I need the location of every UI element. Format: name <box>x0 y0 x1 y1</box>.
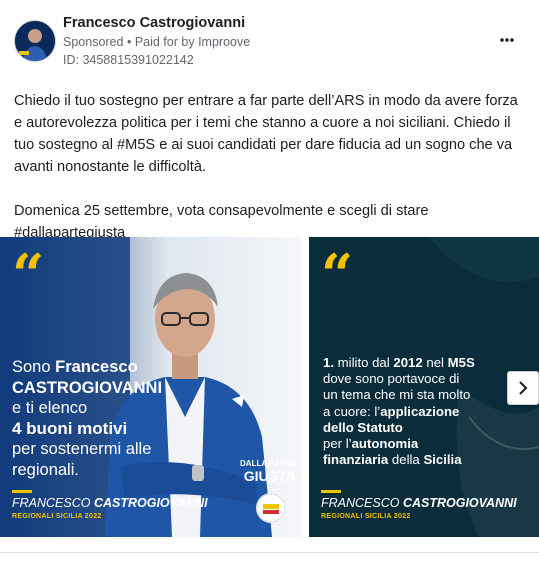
slide-1-text-bold: Francesco <box>55 358 138 376</box>
post-paragraph-2-text: Domenica 25 settembre, vota consapevolme… <box>14 203 429 241</box>
slide-2-number: 1. <box>323 355 334 370</box>
slide-1-text: regionali. <box>12 460 79 479</box>
signature-first: FRANCESCO <box>12 496 94 510</box>
carousel-slide-1[interactable]: “ Sono Francesco CASTROGIOVANNI e ti ele… <box>0 237 302 537</box>
slide-1-text: per sostenermi alle <box>12 440 152 458</box>
quote-mark: “ <box>12 242 45 308</box>
signature: FRANCESCO CASTROGIOVANNI <box>12 496 208 510</box>
sponsored-line: Sponsored • Paid for by Improove <box>63 35 250 49</box>
sponsored-label: Sponsored <box>63 35 124 49</box>
post-paragraph-1: Chiedo il tuo sostegno per entrare a far… <box>14 93 518 175</box>
slide-2-text: 1. milito dal 2012 nel M5S dove sono por… <box>323 355 493 468</box>
signature: FRANCESCO CASTROGIOVANNI <box>321 496 517 510</box>
slide-2-text-bold: finanziaria <box>323 452 389 468</box>
more-options-icon <box>500 38 514 42</box>
ad-post-card: Francesco Castrogiovanni Sponsored • Pai… <box>0 0 539 553</box>
chevron-right-icon <box>519 381 528 395</box>
signature-last: CASTROGIOVANNI <box>93 496 208 510</box>
slide-2-party: M5S <box>447 355 475 370</box>
slide-2-text: per l’ <box>323 436 352 452</box>
slide-2-year: 2012 <box>393 355 423 370</box>
slide-1-surname: CASTROGIOVANNI <box>12 378 163 397</box>
signature-divider <box>321 490 341 493</box>
carousel-slide-2[interactable]: “ 1. milito dal 2012 nel M5S dove sono p… <box>309 237 539 537</box>
dalla-parte-giusta-badge: DALLA PARTE GIUSTA <box>240 459 296 484</box>
paid-for-label: Paid for by <box>134 35 195 49</box>
badge-big-text: GIUSTA <box>243 468 296 484</box>
image-carousel: “ Sono Francesco CASTROGIOVANNI e ti ele… <box>0 237 539 537</box>
slide-2-text: milito dal <box>334 355 394 370</box>
region-label: REGIONALI SICILIA 2022 <box>321 513 411 520</box>
badge-top-text: DALLA PARTE <box>240 459 296 468</box>
signature-last: CASTROGIOVANNI <box>402 496 517 510</box>
slide-1-headline: Sono Francesco CASTROGIOVANNI e ti elenc… <box>12 357 162 480</box>
carousel-next-button[interactable] <box>507 371 539 405</box>
slide-2-text: a cuore: l’ <box>323 403 381 419</box>
signature-first: FRANCESCO <box>321 496 403 510</box>
slide-2-text: un tema che mi sta molto <box>323 387 471 403</box>
slide-1-text: Sono <box>12 358 56 376</box>
author-name[interactable]: Francesco Castrogiovanni <box>63 15 245 31</box>
avatar-image <box>15 21 55 61</box>
quote-mark: “ <box>321 242 354 308</box>
more-options-button[interactable] <box>495 32 519 48</box>
m5s-logo <box>256 493 286 523</box>
slide-2-text-bold: applicazione <box>380 403 460 419</box>
slide-2-text-bold: Sicilia <box>423 452 462 468</box>
avatar[interactable] <box>14 20 56 62</box>
m5s-logo-icon <box>256 493 286 523</box>
region-label: REGIONALI SICILIA 2022 <box>12 513 102 520</box>
slide-2-text-bold: autonomia <box>351 436 419 452</box>
slide-2-text: dove sono portavoce di <box>323 371 460 387</box>
slide-2-text: della <box>388 452 424 468</box>
paid-for-name[interactable]: Improove <box>198 35 250 49</box>
slide-1-motivi: 4 buoni motivi <box>12 418 128 438</box>
slide-2-text: nel <box>422 355 448 370</box>
ad-id: ID: 3458815391022142 <box>63 53 194 67</box>
slide-1-text: e ti elenco <box>12 399 88 417</box>
slide-2-text-bold: dello Statuto <box>323 419 403 435</box>
separator-dot: • <box>126 35 135 49</box>
signature-divider <box>12 490 32 493</box>
